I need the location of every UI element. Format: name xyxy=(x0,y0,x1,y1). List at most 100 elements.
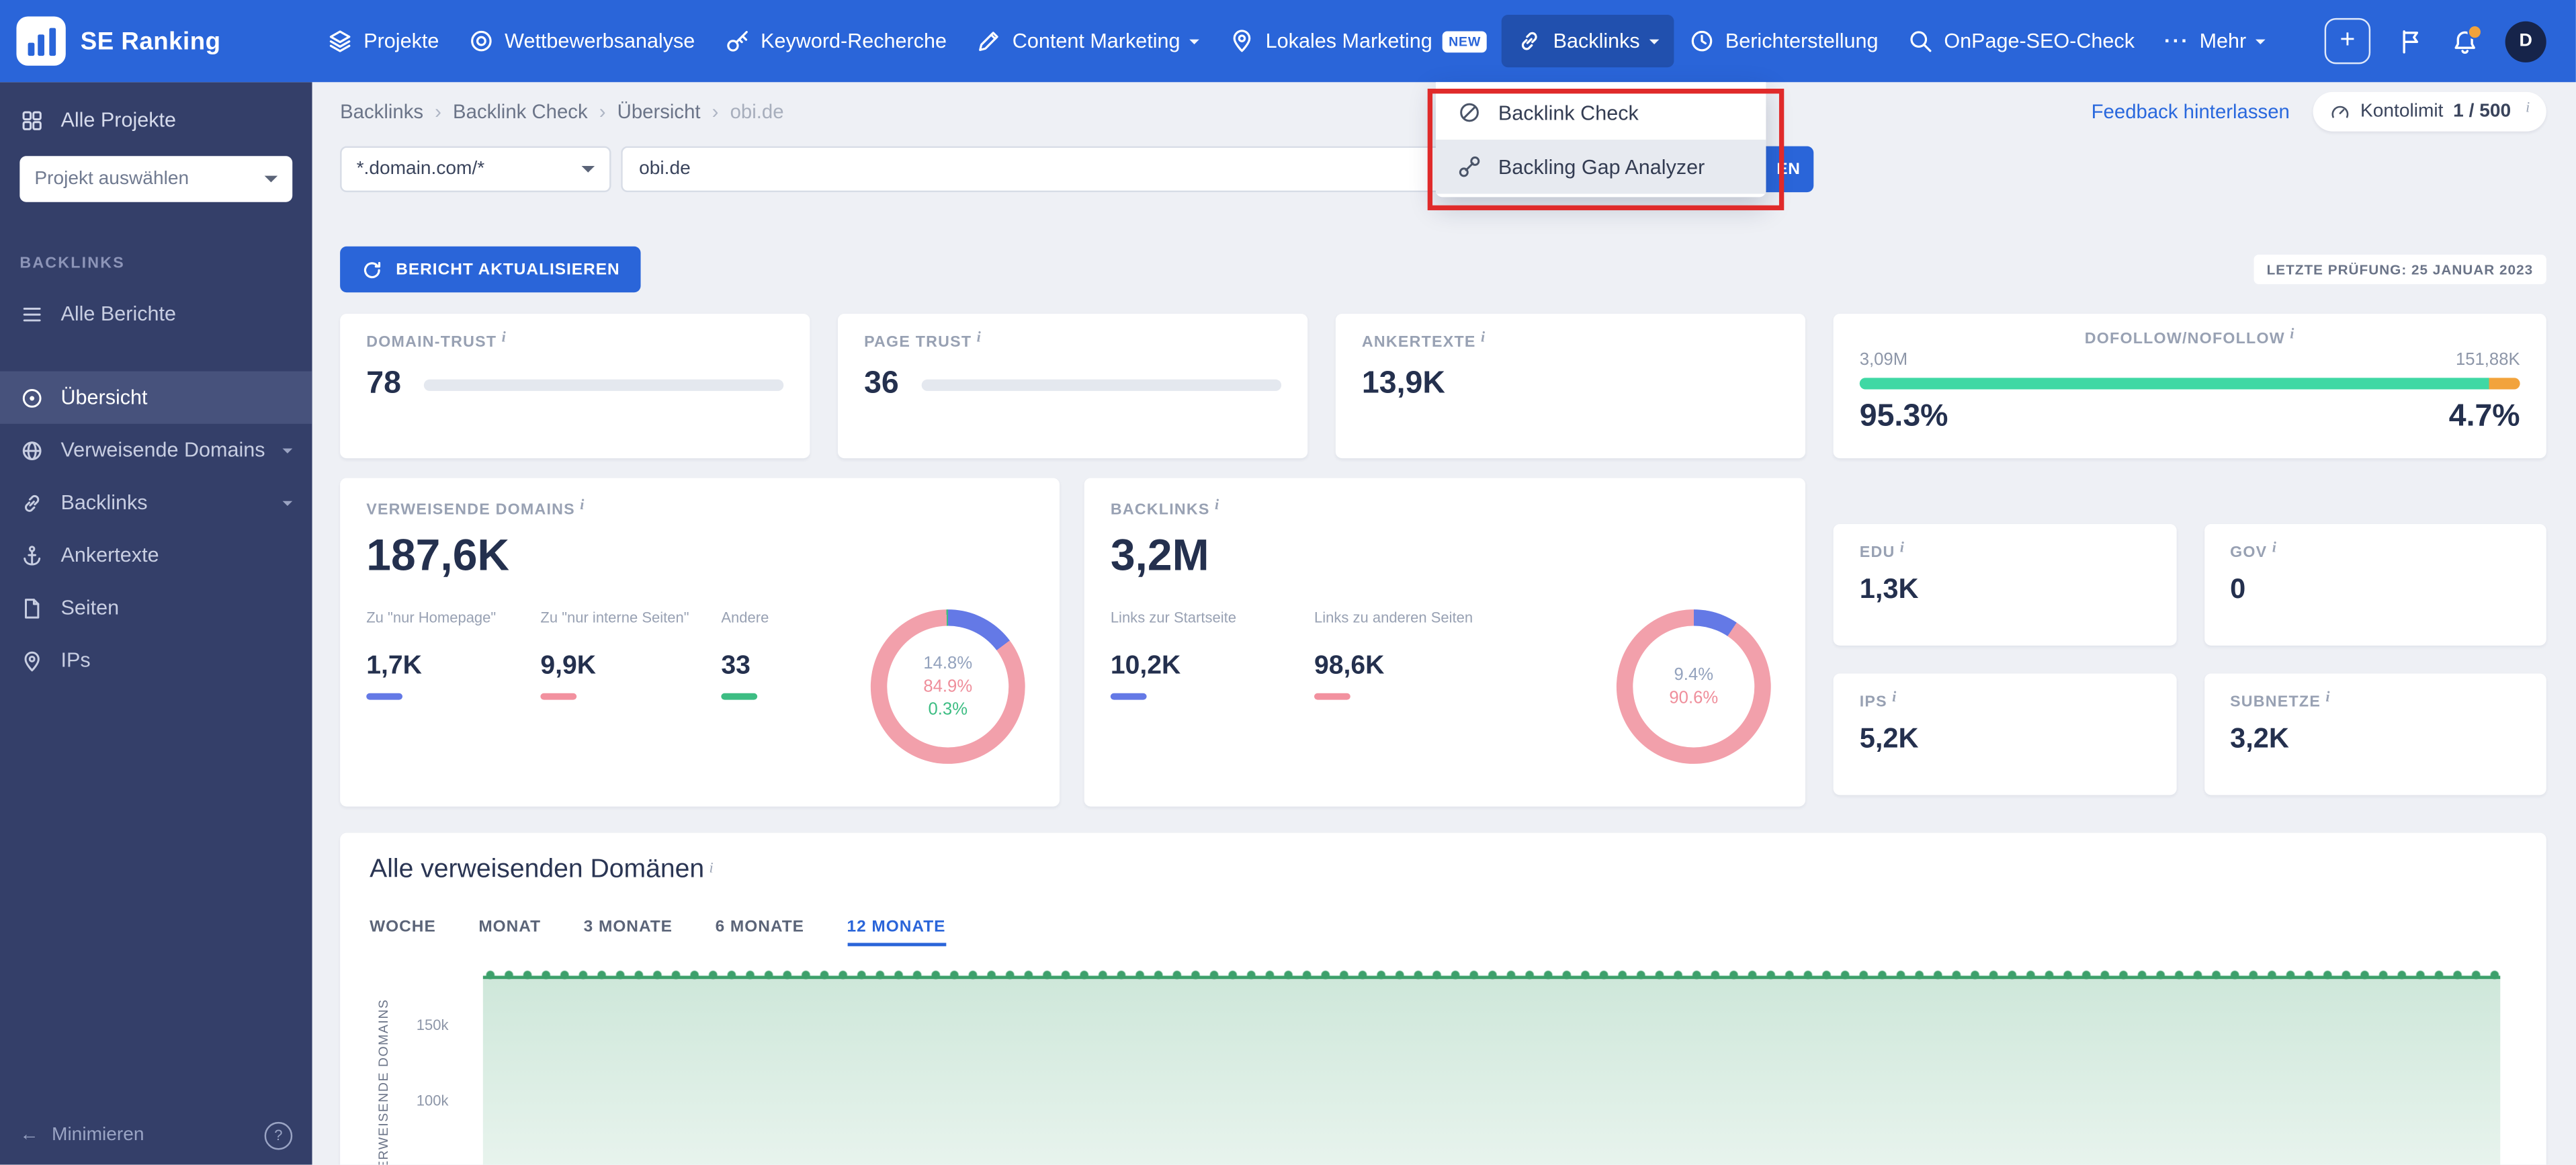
nav-item-projekte[interactable]: Projekte xyxy=(312,15,454,67)
breakdown-homepage-links: Links zur Startseite 10,2K xyxy=(1111,609,1291,699)
flag-icon xyxy=(2397,27,2425,55)
breadcrumb-backlinks[interactable]: Backlinks xyxy=(340,100,423,123)
tab-6-monate[interactable]: 6 MONATE xyxy=(716,918,804,947)
sidebar-item-backlinks[interactable]: Backlinks xyxy=(0,476,312,529)
metrics-row: DOMAIN-TRUSTi 78 PAGE TRUSTi 36 ANKERTEX… xyxy=(340,314,2546,458)
nav-item-berichterstellung[interactable]: Berichterstellung xyxy=(1674,15,1893,67)
nav-item-backlinks[interactable]: Backlinks xyxy=(1502,15,1674,67)
brand-name: SE Ranking xyxy=(81,27,221,55)
flag-button[interactable] xyxy=(2397,27,2425,55)
chevron-down-icon xyxy=(1190,40,1200,50)
chevron-down-icon xyxy=(2256,40,2266,50)
grid-icon xyxy=(19,107,44,132)
backlinks-card: BACKLINKSi 3,2M Links zur Startseite 10,… xyxy=(1084,478,1805,806)
legend-bar xyxy=(721,693,757,700)
nav-item-label: OnPage-SEO-Check xyxy=(1944,30,2135,52)
nav-item-label: Wettbewerbsanalyse xyxy=(505,30,695,52)
sidebar-all-projects[interactable]: Alle Projekte xyxy=(19,99,292,142)
project-select[interactable]: Projekt auswählen xyxy=(19,156,292,202)
nav-item-keyword-recherche[interactable]: Keyword-Recherche xyxy=(710,15,961,67)
sidebar-item-ankertexte[interactable]: Ankertexte xyxy=(0,529,312,581)
ips-card: IPSi 5,2K xyxy=(1834,673,2176,795)
chevron-right-icon: › xyxy=(599,100,606,123)
tab-3-monate[interactable]: 3 MONATE xyxy=(584,918,673,947)
referring-domains-card: VERWEISENDE DOMAINSi 187,6K Zu "nur Home… xyxy=(340,478,1060,806)
nav-right-controls: + D xyxy=(2325,18,2560,64)
info-icon[interactable]: i xyxy=(1215,496,1219,512)
feedback-link[interactable]: Feedback hinterlassen xyxy=(2092,100,2290,123)
referring-domains-label: VERWEISENDE DOMAINS xyxy=(366,501,575,519)
dropdown-item-label: Backlink Check xyxy=(1498,101,1639,124)
info-icon[interactable]: i xyxy=(977,329,982,345)
breadcrumb-current: obi.de xyxy=(730,100,784,123)
info-icon[interactable]: i xyxy=(2272,539,2277,555)
plus-icon: + xyxy=(2339,28,2355,54)
sidebar-item-seiten[interactable]: Seiten xyxy=(0,582,312,634)
pages-icon xyxy=(19,595,44,620)
arrow-left-icon: ← xyxy=(19,1125,38,1145)
refresh-report-button[interactable]: BERICHT AKTUALISIEREN xyxy=(340,247,641,292)
legend-bar xyxy=(1111,693,1147,700)
chevron-down-icon xyxy=(582,166,595,179)
dofollow-count: 3,09M xyxy=(1860,350,1907,370)
scope-select[interactable]: *.domain.com/* xyxy=(340,146,611,192)
notifications-button[interactable] xyxy=(2451,27,2479,55)
sidebar-item-label: Übersicht xyxy=(60,386,147,409)
nav-item-onpage-seo-check[interactable]: OnPage-SEO-Check xyxy=(1893,15,2149,67)
info-icon[interactable]: i xyxy=(580,496,585,512)
edu-value: 1,3K xyxy=(1860,573,2150,606)
backlinks-donut-chart: 9.4% 90.6% xyxy=(1617,609,1771,764)
nav-item-wettbewerbsanalyse[interactable]: Wettbewerbsanalyse xyxy=(454,15,710,67)
chevron-down-icon xyxy=(1649,40,1660,50)
tab-12-monate[interactable]: 12 MONATE xyxy=(847,918,946,947)
info-icon[interactable]: i xyxy=(1900,539,1905,555)
account-limit-badge[interactable]: Kontolimit 1 / 500 i xyxy=(2313,92,2546,132)
sidebar-item-ips[interactable]: IPs xyxy=(0,634,312,687)
se-ranking-app: SE Ranking Projekte Wettbewerbsanalyse K… xyxy=(0,0,2576,1165)
tab-woche[interactable]: WOCHE xyxy=(370,918,436,947)
info-icon[interactable]: i xyxy=(2526,99,2530,115)
tab-monat[interactable]: MONAT xyxy=(478,918,541,947)
y-tick: 150k xyxy=(389,1017,448,1033)
info-icon[interactable]: i xyxy=(1481,329,1486,345)
dropdown-item-backlink-gap-analyzer[interactable]: Backling Gap Analyzer xyxy=(1436,140,1766,194)
dropdown-item-backlink-check[interactable]: Backlink Check xyxy=(1436,85,1766,140)
minimize-label: Minimieren xyxy=(52,1125,144,1145)
backlinks-label: BACKLINKS xyxy=(1111,501,1210,519)
sidebar-item-alle-berichte[interactable]: Alle Berichte xyxy=(0,288,312,340)
gov-value: 0 xyxy=(2230,573,2520,606)
sidebar-menu: Alle Berichte Übersicht Verweisende Doma… xyxy=(0,288,312,687)
nav-item-label: Content Marketing xyxy=(1013,30,1180,52)
add-project-button[interactable]: + xyxy=(2325,18,2370,64)
info-icon[interactable]: i xyxy=(2325,688,2330,704)
chevron-down-icon xyxy=(283,501,293,511)
question-icon: ? xyxy=(274,1127,282,1143)
keyword-research-icon xyxy=(724,28,750,54)
breakdown-other-page-links: Links zu anderen Seiten 98,6K xyxy=(1314,609,1495,699)
help-button[interactable]: ? xyxy=(265,1121,293,1150)
info-icon[interactable]: i xyxy=(1892,688,1897,704)
user-avatar[interactable]: D xyxy=(2505,21,2546,62)
breakdown-other: Andere 33 xyxy=(721,609,810,699)
nav-item-label: Keyword-Recherche xyxy=(761,30,947,52)
minimize-sidebar-button[interactable]: ← Minimieren xyxy=(19,1125,144,1145)
sidebar-item-uebersicht[interactable]: Übersicht xyxy=(0,372,312,424)
gov-card: GOVi 0 xyxy=(2204,524,2546,646)
info-icon[interactable]: i xyxy=(2290,325,2294,341)
referring-domains-value: 187,6K xyxy=(366,531,1033,582)
info-icon[interactable]: i xyxy=(709,859,713,875)
brand-logo[interactable]: SE Ranking xyxy=(16,16,220,65)
page-trust-bar xyxy=(922,379,1281,390)
subnets-card: SUBNETZEi 3,2K xyxy=(2204,673,2546,795)
nav-item-mehr[interactable]: ··· Mehr xyxy=(2149,16,2281,65)
breadcrumb-uebersicht[interactable]: Übersicht xyxy=(617,100,701,123)
nav-item-content-marketing[interactable]: Content Marketing xyxy=(961,15,1215,67)
info-icon[interactable]: i xyxy=(502,329,507,345)
sidebar-item-verweisende-domains[interactable]: Verweisende Domains xyxy=(0,424,312,476)
breadcrumb-backlink-check[interactable]: Backlink Check xyxy=(453,100,588,123)
all-projects-label: Alle Projekte xyxy=(60,108,176,131)
content-marketing-icon xyxy=(976,28,1002,54)
domain-trust-label: DOMAIN-TRUST xyxy=(366,333,497,351)
anchor-texts-label: ANKERTEXTE xyxy=(1362,333,1476,351)
nav-item-lokales-marketing[interactable]: Lokales Marketing NEW xyxy=(1215,15,1502,67)
